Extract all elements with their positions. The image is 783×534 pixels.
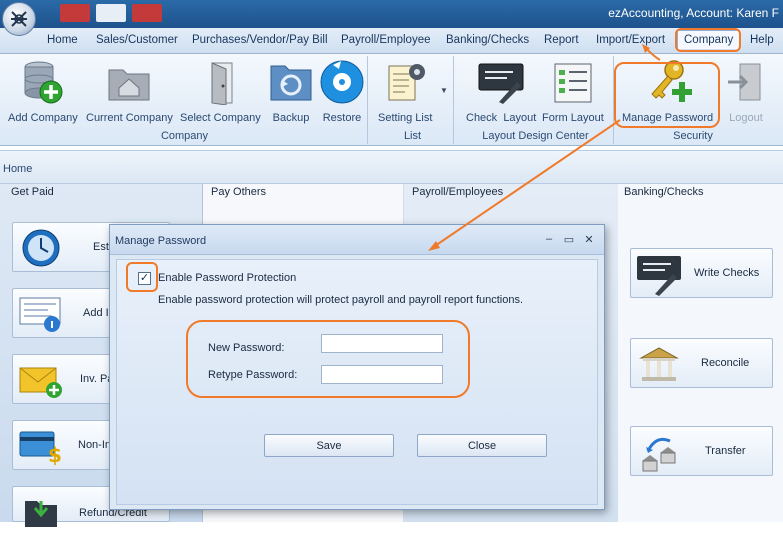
menu-help[interactable]: Help xyxy=(750,34,774,46)
minimize-icon[interactable]: – xyxy=(542,233,556,245)
check-pen-icon xyxy=(635,252,683,296)
banking-checks-column: Banking/Checks Write Checks Reconcile Tr… xyxy=(618,184,783,522)
setting-list-label: Setting List xyxy=(378,112,433,124)
form-layout-label: Form Layout xyxy=(542,112,604,124)
invoice-info-icon xyxy=(17,292,65,336)
quick-access-toolbar xyxy=(60,4,162,22)
current-company-label: Current Company xyxy=(86,112,173,124)
select-company-label: Select Company xyxy=(180,112,261,124)
select-company-button[interactable]: Select Company xyxy=(180,58,261,128)
ribbon-group-layout-label: Layout Design Center xyxy=(482,130,589,142)
menu-banking-checks[interactable]: Banking/Checks xyxy=(446,34,529,46)
mail-add-icon xyxy=(17,358,65,402)
payroll-employees-header: Payroll/Employees xyxy=(412,186,504,198)
ribbon-group-list-label: List xyxy=(403,130,422,142)
window-title: ezAccounting, Account: Karen F xyxy=(608,6,779,20)
quick-access-red-icon[interactable] xyxy=(132,4,162,22)
write-checks-task[interactable]: Write Checks xyxy=(630,248,773,298)
backup-button[interactable]: Backup xyxy=(267,58,315,128)
app-menu-orb-icon[interactable] xyxy=(2,2,36,36)
ribbon-group-layout-design: Check Layout Form Layout Layout Design C… xyxy=(458,56,614,144)
menu-bar: Home Sales/Customer Purchases/Vendor/Pay… xyxy=(0,28,783,54)
password-description: Enable password protection will protect … xyxy=(158,294,524,306)
close-button[interactable]: Close xyxy=(417,434,547,457)
non-invoice-label: Non-In xyxy=(78,439,112,451)
logout-button[interactable]: Logout xyxy=(722,58,770,128)
setting-list-dropdown-icon[interactable]: ▼ xyxy=(440,86,448,95)
restore-label: Restore xyxy=(322,112,362,124)
settings-list-icon xyxy=(381,58,429,106)
add-invoice-label: Add I xyxy=(83,307,109,319)
ribbon-group-company-label: Company xyxy=(160,130,209,142)
close-icon[interactable]: ✕ xyxy=(582,233,596,246)
backup-folder-icon xyxy=(267,58,315,106)
reconcile-label: Reconcile xyxy=(701,357,750,369)
transfer-label: Transfer xyxy=(705,445,746,457)
check-layout-button[interactable]: Check Layout xyxy=(466,58,536,128)
form-layout-button[interactable]: Form Layout xyxy=(542,58,604,128)
title-bar: ezAccounting, Account: Karen F xyxy=(0,0,783,28)
pay-others-header: Pay Others xyxy=(211,186,267,198)
logout-icon xyxy=(722,58,770,106)
bank-building-icon xyxy=(635,342,683,386)
ribbon-group-company: Add Company Current Company Select Compa… xyxy=(2,56,368,144)
restore-button[interactable]: Restore xyxy=(318,58,366,128)
restore-disc-icon xyxy=(318,58,366,106)
form-layout-icon xyxy=(549,58,597,106)
setting-list-button[interactable]: Setting List xyxy=(378,58,432,128)
dialog-title-bar[interactable]: Manage Password – ▭ ✕ xyxy=(110,225,604,255)
transfer-bank-icon xyxy=(635,430,683,474)
add-company-label: Add Company xyxy=(8,112,78,124)
banking-checks-header: Banking/Checks xyxy=(624,186,704,198)
credit-card-dollar-icon: $ xyxy=(17,424,65,468)
quick-access-white-icon[interactable] xyxy=(96,4,126,22)
ribbon-group-list: Setting List ▼ List xyxy=(372,56,454,144)
reconcile-task[interactable]: Reconcile xyxy=(630,338,773,388)
check-pen-icon xyxy=(477,58,525,106)
company-menu-highlight xyxy=(675,28,741,52)
backup-label: Backup xyxy=(272,112,310,124)
menu-import-export[interactable]: Import/Export xyxy=(596,34,665,46)
manage-password-highlight xyxy=(614,62,720,128)
menu-report[interactable]: Report xyxy=(544,34,579,46)
svg-text:$: $ xyxy=(48,443,62,466)
save-button[interactable]: Save xyxy=(264,434,394,457)
open-door-icon xyxy=(196,58,244,106)
folder-home-icon xyxy=(105,58,153,106)
password-fields-highlight xyxy=(186,320,470,398)
clock-icon xyxy=(17,226,65,270)
transfer-task[interactable]: Transfer xyxy=(630,426,773,476)
current-company-button[interactable]: Current Company xyxy=(86,58,173,128)
enable-password-label: Enable Password Protection xyxy=(158,272,297,284)
write-checks-label: Write Checks xyxy=(694,267,760,279)
add-database-icon xyxy=(19,58,67,106)
checkbox-highlight xyxy=(126,262,158,292)
menu-purchases-vendor[interactable]: Purchases/Vendor/Pay Bill xyxy=(192,34,328,46)
quick-access-red-icon[interactable] xyxy=(60,4,90,22)
home-breadcrumb-bar: Home xyxy=(0,150,783,184)
folder-arrow-icon xyxy=(17,490,65,534)
add-company-button[interactable]: Add Company xyxy=(8,58,78,128)
menu-sales-customer[interactable]: Sales/Customer xyxy=(96,34,178,46)
layout-label: Layout xyxy=(503,112,537,124)
maximize-icon[interactable]: ▭ xyxy=(562,233,576,246)
ribbon-group-security-label: Security xyxy=(673,130,713,142)
dialog-title: Manage Password xyxy=(115,235,207,247)
home-breadcrumb[interactable]: Home xyxy=(3,163,32,175)
menu-home[interactable]: Home xyxy=(47,34,78,46)
logout-label: Logout xyxy=(729,112,763,124)
get-paid-header: Get Paid xyxy=(11,186,54,198)
check-label: Check xyxy=(466,112,498,124)
menu-payroll-employee[interactable]: Payroll/Employee xyxy=(341,34,430,46)
